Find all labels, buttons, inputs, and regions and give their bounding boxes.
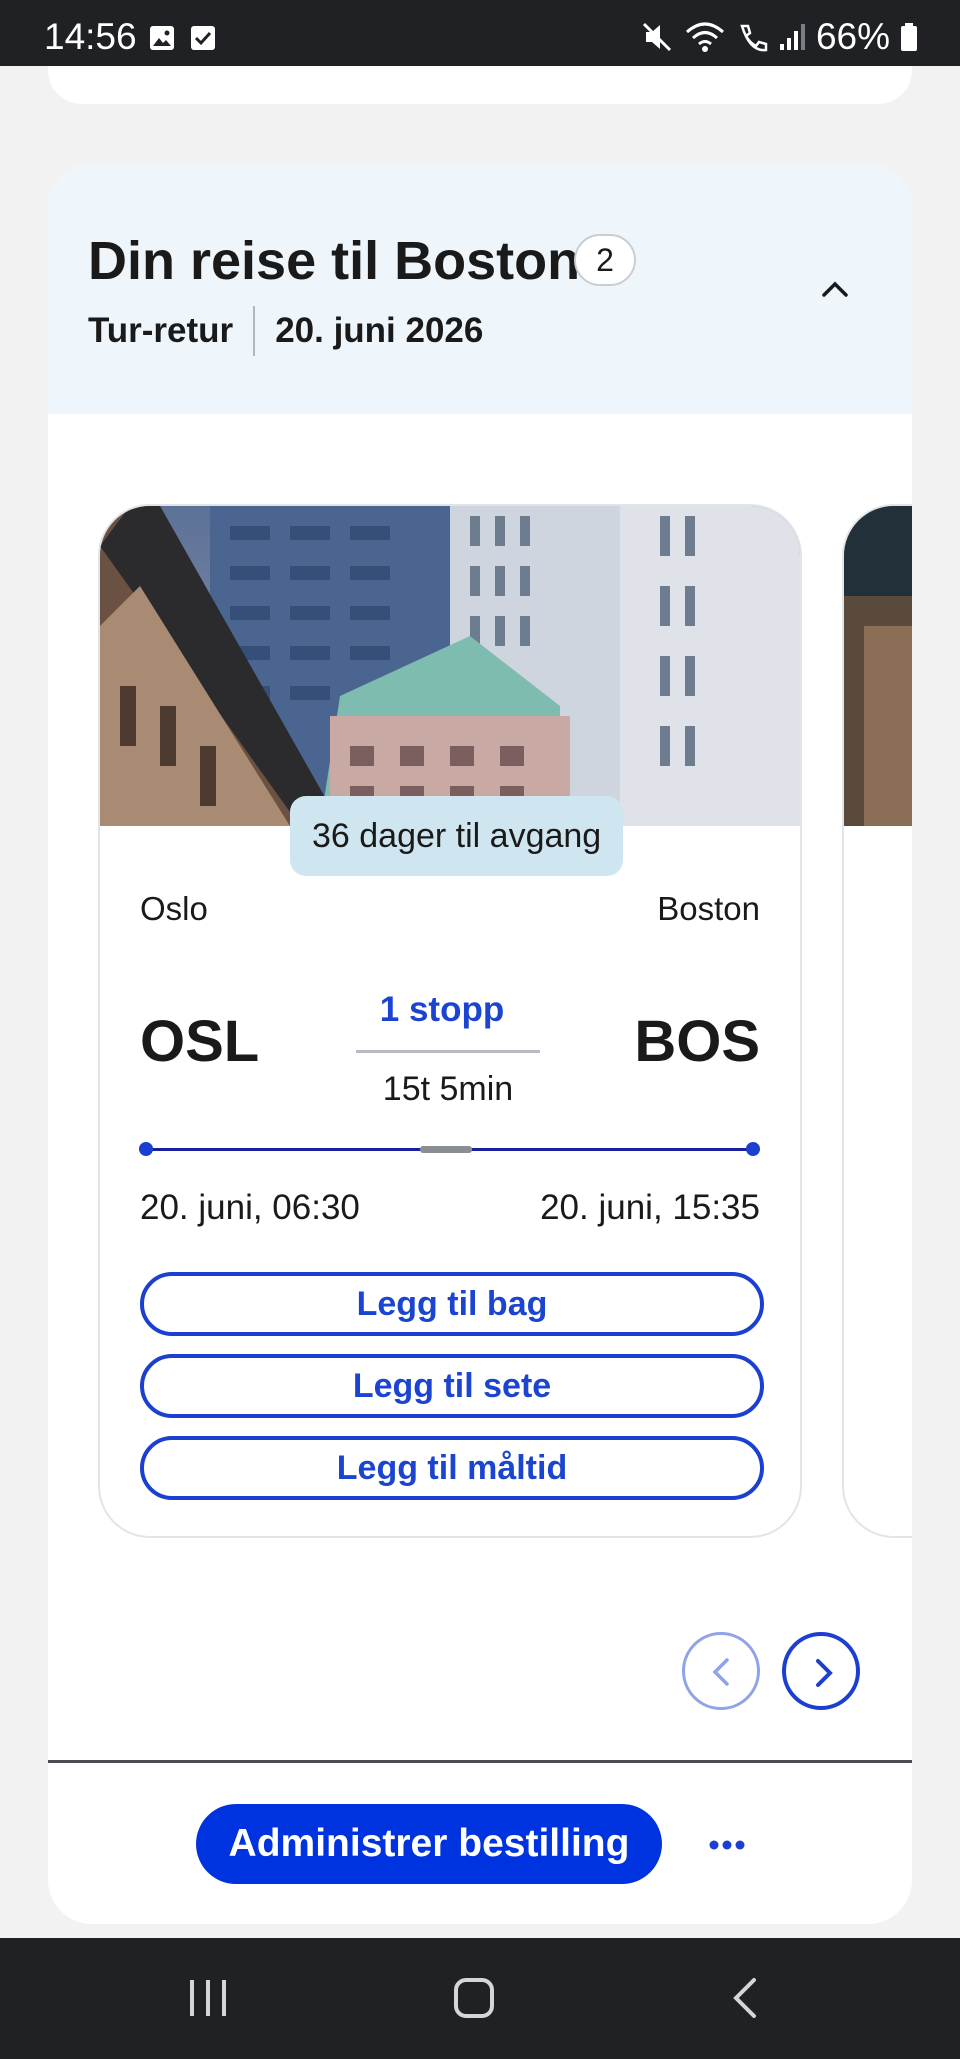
status-bar: 14:56 66% bbox=[0, 0, 960, 66]
origin-code: OSL bbox=[140, 1009, 260, 1074]
trip-type: Tur-retur bbox=[88, 311, 234, 350]
chevron-right-icon bbox=[816, 1659, 833, 1687]
next-flight-card[interactable] bbox=[842, 504, 912, 1538]
origin-city: Oslo bbox=[140, 890, 208, 927]
stopover-marker bbox=[420, 1146, 472, 1153]
destination-city: Boston bbox=[657, 890, 760, 927]
image-icon bbox=[150, 26, 174, 50]
signal-icon bbox=[779, 24, 805, 50]
checkbox-icon bbox=[191, 26, 215, 50]
trip-card: Din reise til Boston 2 Tur-retur 20. jun… bbox=[48, 164, 912, 1924]
status-right: 66% bbox=[640, 16, 918, 58]
arrival-time: 20. juni, 15:35 bbox=[540, 1188, 760, 1227]
mute-icon bbox=[642, 22, 671, 52]
manage-booking-button[interactable]: Administrer bestilling bbox=[196, 1804, 662, 1884]
add-seat-button[interactable]: Legg til sete bbox=[140, 1354, 764, 1418]
previous-card bbox=[48, 66, 912, 104]
footer-divider bbox=[48, 1760, 912, 1763]
wifi-icon bbox=[685, 22, 724, 52]
destination-code: BOS bbox=[634, 1009, 760, 1074]
stops-divider bbox=[356, 1050, 540, 1053]
add-bag-button[interactable]: Legg til bag bbox=[140, 1272, 764, 1336]
carousel-next-button[interactable] bbox=[782, 1632, 860, 1710]
chevron-left-icon bbox=[712, 1658, 729, 1686]
status-time: 14:56 bbox=[44, 16, 137, 57]
recent-apps-icon[interactable] bbox=[186, 1976, 230, 2020]
destination-dot bbox=[746, 1142, 760, 1156]
back-icon[interactable] bbox=[724, 1976, 768, 2020]
countdown-badge: 36 dager til avgang bbox=[290, 796, 624, 876]
carousel-prev-button[interactable] bbox=[682, 1632, 760, 1710]
origin-dot bbox=[139, 1142, 153, 1156]
trip-header[interactable]: Din reise til Boston 2 Tur-retur 20. jun… bbox=[48, 164, 912, 414]
chevron-up-icon[interactable] bbox=[810, 264, 860, 314]
flight-card[interactable]: 36 dager til avgang Oslo Boston OSL 1 st… bbox=[98, 504, 802, 1538]
add-meal-button[interactable]: Legg til måltid bbox=[140, 1436, 764, 1500]
departure-time: 20. juni, 06:30 bbox=[140, 1188, 360, 1227]
battery-percent: 66% bbox=[815, 16, 890, 57]
battery-icon bbox=[901, 23, 917, 51]
trip-count-badge: 2 bbox=[574, 234, 636, 286]
meta-divider bbox=[253, 306, 256, 356]
trip-title: Din reise til Boston bbox=[88, 231, 581, 291]
destination-photo bbox=[100, 506, 800, 826]
wifi-call-icon bbox=[740, 24, 768, 52]
more-options-icon[interactable] bbox=[702, 1820, 752, 1870]
system-nav-bar bbox=[0, 1938, 960, 2059]
trip-date: 20. juni 2026 bbox=[275, 311, 484, 350]
flight-duration: 15t 5min bbox=[382, 1070, 514, 1108]
trip-meta: Tur-retur 20. juni 2026 bbox=[88, 306, 483, 356]
stops-link[interactable]: 1 stopp bbox=[350, 990, 534, 1030]
home-icon[interactable] bbox=[452, 1976, 496, 2020]
